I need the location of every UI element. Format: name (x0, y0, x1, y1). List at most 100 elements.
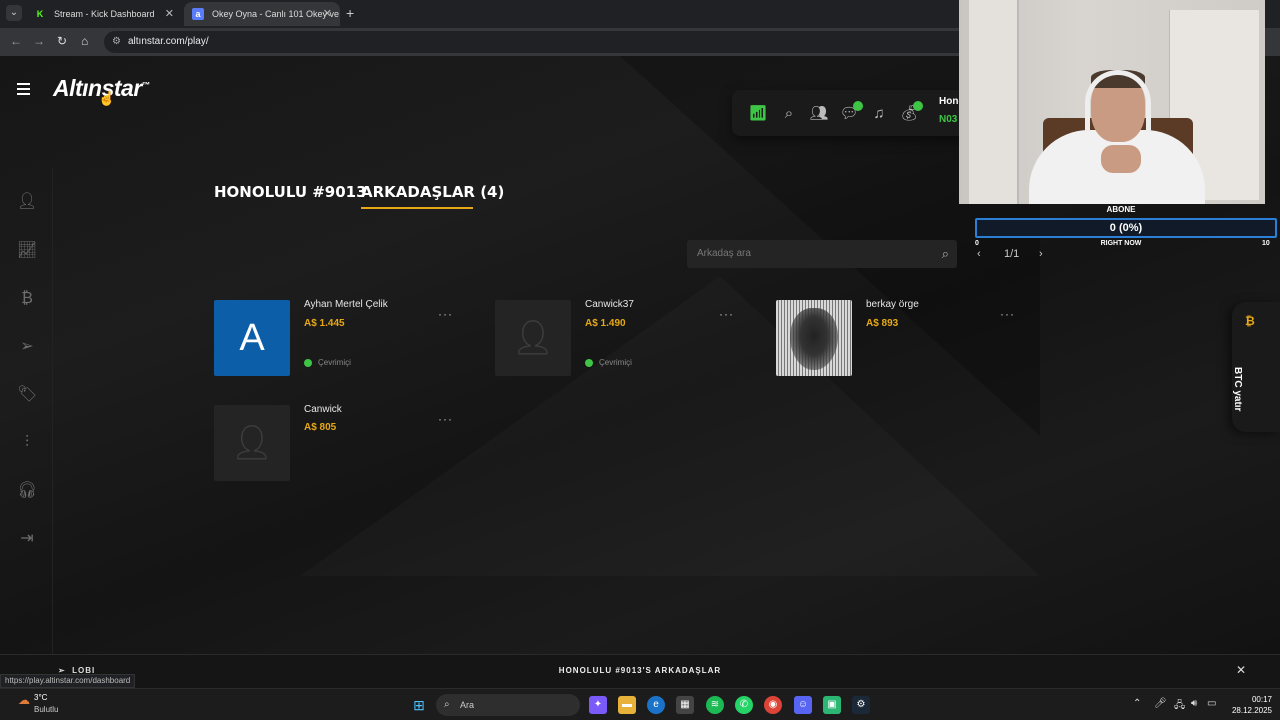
status-text: Çevrimiçi (318, 358, 351, 367)
bitcoin-icon: ₿ (1245, 314, 1255, 328)
steam-icon[interactable]: ⚙ (852, 696, 870, 714)
bottom-bar: ➢ LOBI HONOLULU #9013'S ARKADAŞLAR ✕ (0, 654, 1280, 688)
btc-deposit-label: BTC yatır (1232, 367, 1243, 412)
next-page-icon[interactable]: › (1039, 248, 1043, 260)
chrome-icon[interactable]: ◉ (764, 696, 782, 714)
menu-icon[interactable] (17, 83, 30, 98)
show-hidden-icons-icon[interactable]: ⌃ (1133, 698, 1141, 709)
sub-goal-label: ABONE (1106, 205, 1136, 214)
status-text: Çevrimiçi (599, 358, 632, 367)
screen: ⌄ K Stream - Kick Dashboard ✕ a Okey Oyn… (0, 0, 1280, 720)
spotify-icon[interactable]: ≋ (706, 696, 724, 714)
friend-more-button[interactable]: ··· (438, 307, 453, 321)
search-placeholder: Arkadaş ara (697, 248, 751, 259)
microphone-icon[interactable]: 🎤︎ (1154, 698, 1167, 709)
forward-icon[interactable]: → (33, 34, 45, 48)
friend-avatar-photo[interactable] (776, 300, 852, 376)
system-clock[interactable]: 00:17 28.12.2025 (1222, 694, 1272, 716)
signal-icon: 📶︎ (748, 105, 768, 122)
friend-name[interactable]: Canwick (304, 404, 342, 415)
site-info-icon[interactable]: ⚙ (112, 31, 121, 53)
friend-search-input[interactable]: Arkadaş ara ⌕ (687, 240, 957, 268)
friend-avatar[interactable]: A (214, 300, 290, 376)
prev-page-icon[interactable]: ‹ (977, 248, 981, 260)
clock-time: 00:17 (1251, 695, 1272, 704)
left-sidebar: 👤︎ 📈︎ ₿ ➢ 🏷︎ ⫶ 🎧︎ ⇥ (0, 168, 53, 654)
friend-status: Çevrimiçi (304, 358, 351, 367)
profile-icon[interactable]: 👤︎ (17, 192, 37, 212)
home-icon[interactable]: ⌂ (81, 34, 88, 48)
bottom-bar-title: HONOLULU #9013'S ARKADAŞLAR (558, 666, 722, 675)
new-tab-button[interactable]: + (346, 5, 354, 21)
friend-avatar-placeholder-icon[interactable]: 👤︎ (495, 300, 571, 376)
stats-icon[interactable]: 📈︎ (17, 241, 37, 261)
whatsapp-icon[interactable]: ✆ (735, 696, 753, 714)
friend-status: Çevrimiçi (585, 358, 632, 367)
friend-name[interactable]: Canwick37 (585, 299, 634, 310)
network-icon[interactable]: 🖧︎ (1174, 698, 1185, 715)
wallet-icon[interactable]: 💰︎ (899, 101, 923, 124)
back-icon[interactable]: ← (10, 34, 22, 48)
browser-tab-okey[interactable]: a Okey Oyna - Canlı 101 Okey ve ✕ (184, 2, 340, 26)
close-tab-icon[interactable]: ✕ (165, 2, 174, 26)
webcam-person-hand (1101, 145, 1141, 173)
friend-more-button[interactable]: ··· (719, 307, 734, 321)
weather-description[interactable]: Bulutlu (34, 705, 58, 714)
url-text: altınstar.com/play/ (128, 36, 209, 47)
friends-icon[interactable]: 👥︎ (809, 104, 829, 124)
sub-goal-caption: RIGHT NOW (1100, 240, 1142, 247)
battery-icon[interactable]: ▭ (1207, 698, 1216, 709)
windows-taskbar: ☁ 3°C Bulutlu ⊞ ⌕ Ara ✦ ▬ e ▦ ≋ ✆ ◉ ☺ ▣ ⚙… (0, 688, 1280, 720)
tab-friends[interactable]: ARKADAŞLAR (4) (361, 183, 504, 201)
friend-name[interactable]: Ayhan Mertel Çelik (304, 299, 388, 310)
mouse-cursor-icon: ☝ (98, 90, 116, 106)
chat-icon[interactable]: 💬︎ (839, 101, 863, 124)
tab-search-button[interactable]: ⌄ (6, 5, 22, 21)
top-icon-bar: 📶︎ ⌕ 👥︎ 💬︎ ♫ 💰︎ Hone N03 (732, 90, 972, 136)
support-headset-icon[interactable]: 🎧︎ (17, 481, 37, 501)
search-icon[interactable]: ⌕ (779, 104, 799, 124)
game-app-icon[interactable]: ▣ (823, 696, 841, 714)
send-icon[interactable]: ➢ (17, 337, 37, 357)
tab-title: Stream - Kick Dashboard (54, 9, 155, 19)
tab-profile[interactable]: HONOLULU #9013 (214, 183, 367, 201)
copilot-icon[interactable]: ✦ (589, 696, 607, 714)
portrait-image (790, 308, 838, 370)
btc-deposit-panel[interactable]: ₿ BTC yatır (1232, 302, 1280, 432)
file-explorer-icon[interactable]: ▬ (618, 696, 636, 714)
edge-icon[interactable]: e (647, 696, 665, 714)
weather-icon[interactable]: ☁ (18, 693, 30, 707)
volume-icon[interactable]: 🔊︎ (1191, 698, 1197, 709)
music-icon[interactable]: ♫ (869, 104, 889, 124)
windows-start-icon[interactable]: ⊞ (410, 696, 428, 714)
close-icon[interactable]: ✕ (1236, 663, 1246, 677)
discord-icon[interactable]: ☺ (794, 696, 812, 714)
altinstar-icon: a (192, 8, 204, 20)
friend-balance: A$ 805 (304, 422, 337, 433)
friend-name[interactable]: berkay örge (866, 299, 919, 310)
weather-temperature[interactable]: 3°C (34, 693, 47, 702)
browser-tab-kick[interactable]: K Stream - Kick Dashboard ✕ (26, 2, 182, 26)
friend-more-button[interactable]: ··· (1000, 307, 1015, 321)
friend-avatar-placeholder-icon[interactable]: 👤︎ (214, 405, 290, 481)
tab-title: Okey Oyna - Canlı 101 Okey ve (212, 9, 340, 19)
friend-balance: A$ 1.490 (585, 318, 626, 329)
friend-more-button[interactable]: ··· (438, 412, 453, 426)
settings-sliders-icon[interactable]: ⫶ (17, 433, 37, 453)
headset-icon (1085, 70, 1151, 132)
reload-icon[interactable]: ↻ (57, 34, 67, 48)
search-icon[interactable]: ⌕ (942, 240, 949, 268)
webcam-background (969, 0, 1019, 204)
notification-dot (913, 101, 923, 111)
taskbar-search[interactable]: ⌕ Ara (436, 694, 580, 716)
kick-icon: K (36, 9, 44, 19)
notification-dot (853, 101, 863, 111)
bitcoin-icon[interactable]: ₿ (17, 289, 37, 309)
webcam-overlay (959, 0, 1265, 204)
user-code: N03 (939, 114, 958, 125)
friend-balance: A$ 1.445 (304, 318, 345, 329)
tag-icon[interactable]: 🏷︎ (17, 385, 37, 405)
store-icon[interactable]: ▦ (676, 696, 694, 714)
close-tab-icon[interactable]: ✕ (323, 2, 332, 26)
logout-icon[interactable]: ⇥ (17, 529, 37, 549)
